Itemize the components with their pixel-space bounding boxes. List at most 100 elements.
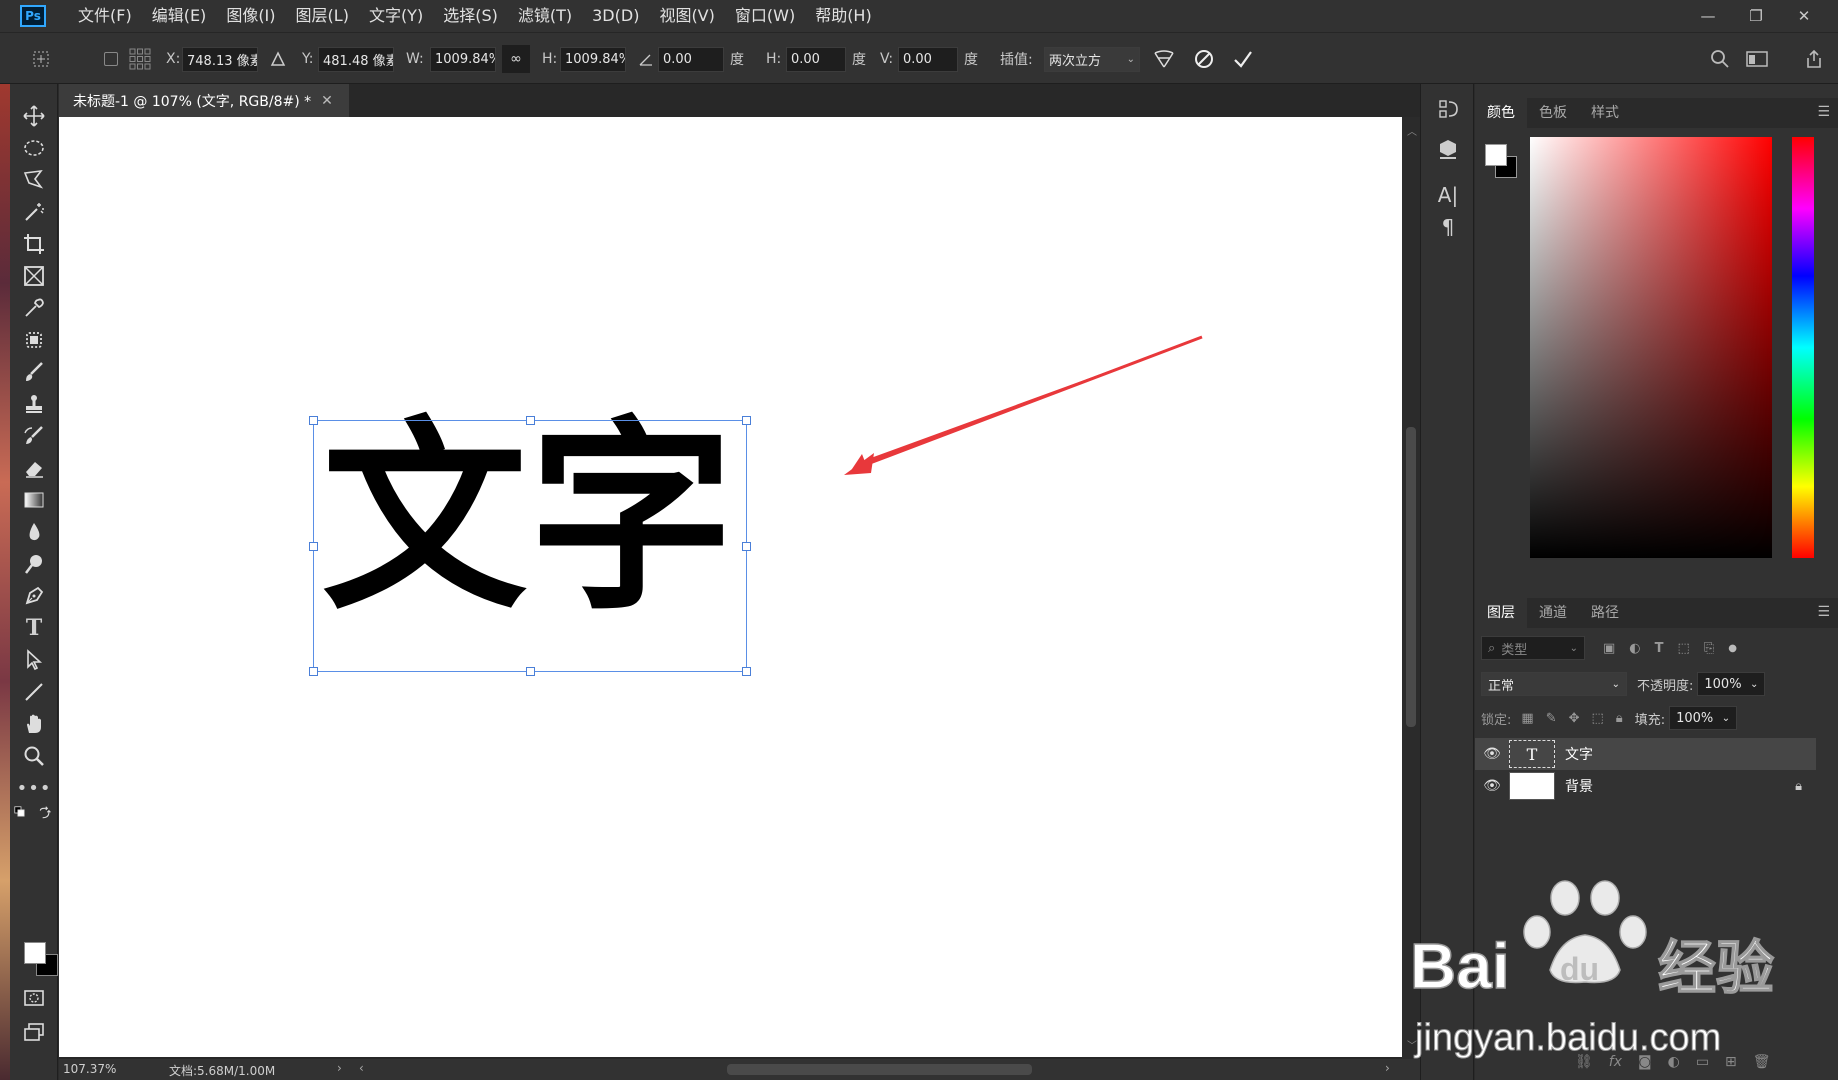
transform-tool-icon[interactable]: [30, 33, 52, 85]
vertical-scrollbar[interactable]: ︿ ﹀: [1402, 117, 1420, 1059]
new-layer-icon[interactable]: ⊞: [1725, 1054, 1737, 1070]
character-panel-icon[interactable]: A|: [1435, 182, 1461, 208]
new-adjustment-icon[interactable]: ◐: [1668, 1054, 1680, 1070]
vertical-scroll-thumb[interactable]: [1406, 427, 1416, 727]
menu-window[interactable]: 窗口(W): [725, 0, 805, 32]
delete-layer-icon[interactable]: 🗑︎: [1753, 1054, 1771, 1070]
blend-mode-select[interactable]: 正常 ⌄: [1481, 672, 1627, 696]
scroll-down-icon[interactable]: ﹀: [1407, 1037, 1417, 1052]
move-tool-icon[interactable]: [20, 102, 48, 130]
opacity-input[interactable]: 100% ⌄: [1697, 672, 1766, 696]
type-tool-icon[interactable]: T: [20, 614, 48, 642]
interpolation-select[interactable]: 两次立方 ⌄: [1044, 46, 1140, 72]
link-aspect-icon[interactable]: ∞: [502, 33, 530, 85]
x-position-input[interactable]: 748.13 像素: [182, 46, 258, 72]
layer-row-text[interactable]: 👁︎ T 文字: [1475, 738, 1816, 770]
screen-mode-icon[interactable]: [20, 1018, 48, 1046]
height-scale-input[interactable]: 1009.84%: [560, 46, 626, 72]
brush-tool-icon[interactable]: [20, 358, 48, 386]
dodge-tool-icon[interactable]: [20, 550, 48, 578]
transform-handle-top-right[interactable]: [742, 416, 751, 425]
document-canvas[interactable]: 文字: [59, 117, 1402, 1057]
relative-position-icon[interactable]: [270, 33, 286, 85]
eraser-tool-icon[interactable]: [20, 454, 48, 482]
menu-view[interactable]: 视图(V): [649, 0, 724, 32]
zoom-tool-icon[interactable]: [20, 742, 48, 770]
minimize-button[interactable]: —: [1684, 7, 1732, 25]
transform-handle-top-left[interactable]: [309, 416, 318, 425]
lock-artboard-icon[interactable]: ⬚: [1592, 711, 1604, 726]
history-brush-icon[interactable]: [20, 422, 48, 450]
color-panel-foreground-swatch[interactable]: [1485, 144, 1507, 166]
transform-handle-bottom-left[interactable]: [309, 667, 318, 676]
warp-mode-icon[interactable]: [1152, 33, 1176, 85]
y-position-input[interactable]: 481.48 像素: [318, 46, 394, 72]
add-mask-icon[interactable]: ◙: [1638, 1054, 1652, 1070]
rotate-angle-input[interactable]: 0.00: [658, 46, 724, 72]
v-skew-input[interactable]: 0.00: [898, 46, 958, 72]
quick-mask-icon[interactable]: [20, 984, 48, 1012]
panel-menu-icon[interactable]: ☰: [1817, 104, 1830, 120]
share-icon[interactable]: [1804, 33, 1824, 85]
commit-transform-icon[interactable]: [1232, 33, 1254, 85]
reference-point-checkbox[interactable]: [104, 33, 118, 85]
history-panel-icon[interactable]: [1435, 96, 1461, 122]
color-picker-field[interactable]: [1530, 137, 1772, 558]
3d-panel-icon[interactable]: [1435, 136, 1461, 162]
frame-tool-icon[interactable]: [20, 262, 48, 290]
layer-name[interactable]: 背景: [1565, 776, 1593, 796]
lock-position-icon[interactable]: ✥: [1569, 711, 1580, 726]
tab-paths[interactable]: 路径: [1579, 598, 1631, 628]
transform-handle-right[interactable]: [742, 542, 751, 551]
link-layers-icon[interactable]: ⛓︎: [1575, 1054, 1593, 1070]
line-tool-icon[interactable]: [20, 678, 48, 706]
path-selection-icon[interactable]: [20, 646, 48, 674]
lock-transparent-icon[interactable]: ▦: [1521, 711, 1533, 726]
lock-image-icon[interactable]: ✎: [1546, 711, 1557, 726]
horizontal-scroll-thumb[interactable]: [727, 1064, 1032, 1075]
paragraph-panel-icon[interactable]: ¶: [1435, 214, 1461, 240]
document-tab[interactable]: 未标题-1 @ 107% (文字, RGB/8#) * ✕: [59, 84, 349, 117]
blur-tool-icon[interactable]: [20, 518, 48, 546]
default-colors-icon[interactable]: [12, 804, 30, 822]
workspace-icon[interactable]: [1746, 33, 1768, 85]
hand-tool-icon[interactable]: [20, 710, 48, 738]
more-tools-icon[interactable]: •••: [17, 774, 51, 802]
new-group-icon[interactable]: ▭: [1696, 1054, 1709, 1070]
layer-name[interactable]: 文字: [1565, 744, 1593, 764]
search-icon[interactable]: [1710, 33, 1730, 85]
filter-type-icon[interactable]: T: [1655, 641, 1664, 656]
layer-style-icon[interactable]: fx: [1609, 1054, 1622, 1070]
visibility-eye-icon[interactable]: 👁︎: [1475, 778, 1509, 794]
scroll-left-icon[interactable]: ‹: [359, 1061, 364, 1075]
tab-styles[interactable]: 样式: [1579, 98, 1631, 128]
restore-button[interactable]: ❐: [1732, 7, 1780, 25]
foreground-color-swatch[interactable]: [24, 942, 46, 964]
status-expand-icon[interactable]: ›: [337, 1061, 342, 1075]
magic-wand-icon[interactable]: [20, 198, 48, 226]
tab-color[interactable]: 颜色: [1475, 98, 1527, 128]
scroll-up-icon[interactable]: ︿: [1407, 123, 1417, 138]
eyedropper-icon[interactable]: [20, 294, 48, 322]
tab-channels[interactable]: 通道: [1527, 598, 1579, 628]
filter-toggle-icon[interactable]: ●: [1728, 643, 1737, 654]
scroll-right-icon[interactable]: ›: [1385, 1061, 1390, 1075]
h-skew-input[interactable]: 0.00: [786, 46, 846, 72]
clone-stamp-icon[interactable]: [20, 390, 48, 418]
transform-handle-bottom-right[interactable]: [742, 667, 751, 676]
elliptical-marquee-icon[interactable]: [20, 134, 48, 162]
zoom-level[interactable]: 107.37%: [63, 1062, 116, 1076]
menu-image[interactable]: 图像(I): [216, 0, 285, 32]
hue-slider[interactable]: [1792, 137, 1814, 558]
menu-3d[interactable]: 3D(D): [582, 0, 649, 32]
menu-file[interactable]: 文件(F): [68, 0, 142, 32]
healing-brush-icon[interactable]: [20, 326, 48, 354]
gradient-tool-icon[interactable]: [20, 486, 48, 514]
swap-colors-icon[interactable]: [36, 804, 54, 822]
free-transform-box[interactable]: [309, 416, 751, 676]
crop-tool-icon[interactable]: [20, 230, 48, 258]
transform-handle-left[interactable]: [309, 542, 318, 551]
menu-filter[interactable]: 滤镜(T): [508, 0, 582, 32]
layer-filter-select[interactable]: ⌕ 类型 ⌄: [1481, 636, 1585, 660]
cancel-transform-icon[interactable]: [1194, 33, 1214, 85]
